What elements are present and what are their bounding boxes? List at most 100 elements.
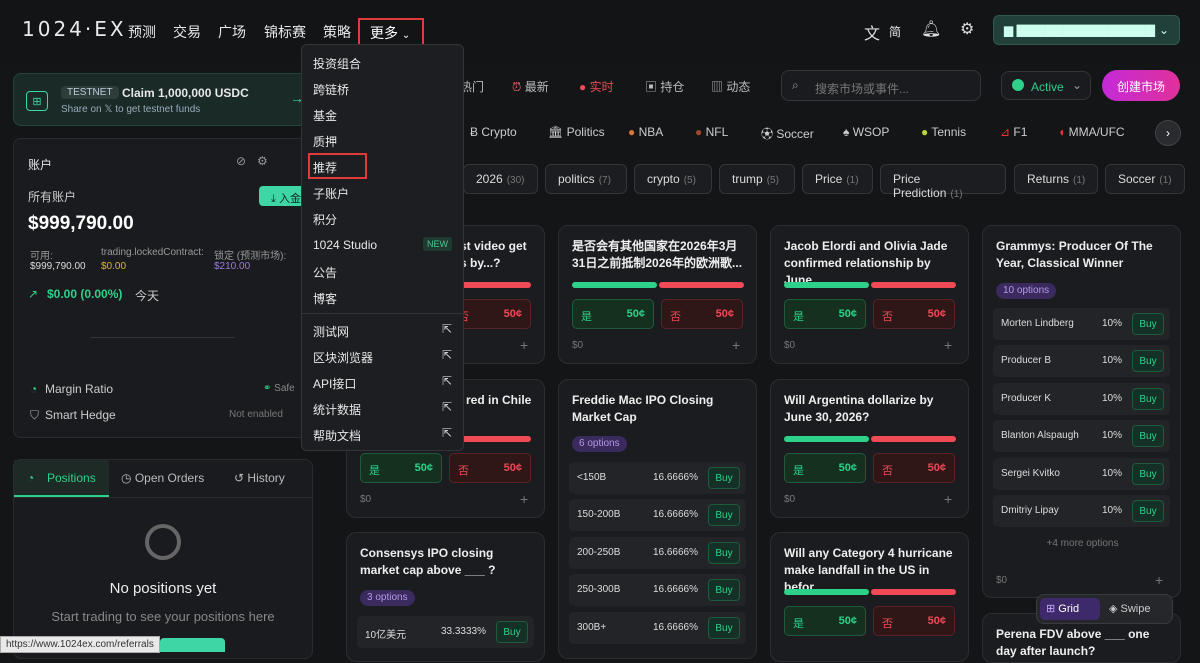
gear-icon[interactable]: ⚙ xyxy=(960,19,974,39)
logo[interactable]: 1024·EX xyxy=(22,17,127,41)
menu-link-api[interactable]: API接口 xyxy=(313,375,356,392)
menu-item-blog[interactable]: 博客 xyxy=(313,290,337,307)
category-soccer[interactable]: ⚽︎ Soccer xyxy=(761,125,814,142)
search-input[interactable]: ⌕ 搜索市场或事件... xyxy=(781,70,981,101)
market-card[interactable]: Freddie Mac IPO Closing Market Cap 6 opt… xyxy=(558,379,757,659)
tab-latest[interactable]: ⏰︎ 最新 xyxy=(512,78,549,95)
scroll-right-button[interactable]: › xyxy=(1155,120,1181,146)
tab-open-orders[interactable]: ◷ Open Orders xyxy=(121,471,204,485)
menu-item-announcement[interactable]: 公告 xyxy=(313,264,337,281)
tab-live[interactable]: ● 实时 xyxy=(579,78,614,95)
menu-link-explorer[interactable]: 区块浏览器 xyxy=(313,349,373,366)
tag-chip[interactable]: trump (5) xyxy=(719,164,795,194)
category-f1[interactable]: ⊿ F1 xyxy=(1000,125,1027,139)
empty-hint: Start trading to see your positions here xyxy=(51,609,275,624)
buy-button[interactable]: Buy xyxy=(708,504,740,526)
eye-off-icon[interactable]: ⊘ xyxy=(236,154,246,168)
category-politics[interactable]: 🏛︎ Politics xyxy=(548,125,605,139)
translate-icon[interactable]: 文 xyxy=(864,20,880,44)
bell-icon[interactable]: 🔔︎ xyxy=(921,19,941,39)
yes-price: 50¢ xyxy=(838,462,857,474)
buy-button[interactable]: Buy xyxy=(1132,313,1164,335)
buy-button[interactable]: Buy xyxy=(708,467,740,489)
status-label: Active xyxy=(1031,80,1064,94)
menu-item-studio[interactable]: 1024 Studio xyxy=(313,238,377,252)
yes-button[interactable]: 是 50¢ xyxy=(784,453,866,483)
buy-button[interactable]: Buy xyxy=(708,617,740,639)
nav-strategy[interactable]: 策略 xyxy=(323,22,351,42)
plus-icon[interactable]: + xyxy=(520,491,528,507)
no-button[interactable]: 否 50¢ xyxy=(661,299,743,329)
tag-chip[interactable]: politics (7) xyxy=(545,164,627,194)
tag-chip[interactable]: Price (1) xyxy=(802,164,873,194)
buy-button[interactable]: Buy xyxy=(1132,425,1164,447)
no-button[interactable]: 否 50¢ xyxy=(873,299,955,329)
menu-item-fund[interactable]: 基金 xyxy=(313,107,337,124)
create-market-button[interactable]: 创建市场 xyxy=(1102,70,1180,101)
gear-icon[interactable]: ⚙ xyxy=(257,154,268,168)
cta-button[interactable] xyxy=(160,638,225,652)
plus-icon[interactable]: + xyxy=(1155,572,1163,588)
nav-more-button[interactable]: 更多 ⌄ xyxy=(358,18,424,46)
no-button[interactable]: 否 50¢ xyxy=(449,453,531,483)
swipe-view-button[interactable]: ◈ Swipe xyxy=(1109,602,1151,615)
menu-link-stats[interactable]: 统计数据 xyxy=(313,401,361,418)
buy-button[interactable]: Buy xyxy=(1132,500,1164,522)
tag-chip[interactable]: Returns (1) xyxy=(1014,164,1098,194)
menu-item-points[interactable]: 积分 xyxy=(313,211,337,228)
wallet-address-button[interactable]: ▆ ▇▇▇▇▇▇▇▇▇▇▇▇▇▇▇ ⌄ xyxy=(993,15,1180,45)
tab-activity[interactable]: ▥ 动态 xyxy=(711,78,750,95)
menu-item-subaccount[interactable]: 子账户 xyxy=(313,185,349,202)
nav-square[interactable]: 广场 xyxy=(218,22,246,42)
grid-view-button[interactable]: ⊞ Grid xyxy=(1040,598,1100,620)
plus-icon[interactable]: + xyxy=(944,337,952,353)
buy-button[interactable]: Buy xyxy=(496,621,528,643)
menu-link-testnet[interactable]: 测试网 xyxy=(313,323,349,340)
market-card[interactable]: Consensys IPO closing market cap above _… xyxy=(346,532,545,662)
testnet-banner[interactable]: ⊞ TESTNET Claim 1,000,000 USDC Share on … xyxy=(13,73,313,126)
buy-button[interactable]: Buy xyxy=(1132,463,1164,485)
category-nba[interactable]: ● NBA xyxy=(628,125,663,139)
yes-button[interactable]: 是 50¢ xyxy=(360,453,442,483)
tag-chip-label: crypto xyxy=(647,172,680,186)
tab-positions[interactable]: ◔ Positions xyxy=(14,460,109,497)
tag-chip[interactable]: 2026 (30) xyxy=(463,164,538,194)
plus-icon[interactable]: + xyxy=(520,337,528,353)
plus-icon[interactable]: + xyxy=(732,337,740,353)
menu-link-docs[interactable]: 帮助文档 xyxy=(313,427,361,444)
tag-chip[interactable]: Soccer (1) xyxy=(1105,164,1185,194)
market-card[interactable]: Grammys: Producer Of The Year, Classical… xyxy=(982,225,1181,598)
category-mma[interactable]: ◖ MMA/UFC xyxy=(1058,125,1125,139)
no-button[interactable]: 否 50¢ xyxy=(873,606,955,636)
category-wsop[interactable]: ♠ WSOP xyxy=(843,125,889,139)
nav-trade[interactable]: 交易 xyxy=(173,22,201,42)
market-card[interactable]: Will Argentina dollarize by June 30, 202… xyxy=(770,379,969,518)
plus-icon[interactable]: + xyxy=(944,491,952,507)
more-options-link[interactable]: +4 more options xyxy=(983,538,1182,549)
market-card[interactable]: Will any Category 4 hurricane make landf… xyxy=(770,532,969,662)
tab-holdings[interactable]: ▣ 持仓 xyxy=(645,78,684,95)
buy-button[interactable]: Buy xyxy=(708,542,740,564)
status-filter-dropdown[interactable]: Active ⌄ xyxy=(1001,71,1091,100)
menu-item-staking[interactable]: 质押 xyxy=(313,133,337,150)
language-label[interactable]: 简 xyxy=(889,23,901,40)
buy-button[interactable]: Buy xyxy=(1132,350,1164,372)
menu-item-portfolio[interactable]: 投资组合 xyxy=(313,55,361,72)
market-card[interactable]: 是否会有其他国家在2026年3月31日之前抵制2026年的欧洲歌... 是 50¢… xyxy=(558,225,757,364)
buy-button[interactable]: Buy xyxy=(1132,388,1164,410)
category-crypto[interactable]: Ƀ Crypto xyxy=(470,125,517,139)
tag-chip[interactable]: Price Prediction (1) xyxy=(880,164,1006,200)
yes-button[interactable]: 是 50¢ xyxy=(572,299,654,329)
category-nfl[interactable]: ● NFL xyxy=(695,125,728,139)
yes-button[interactable]: 是 50¢ xyxy=(784,606,866,636)
buy-button[interactable]: Buy xyxy=(708,579,740,601)
no-button[interactable]: 否 50¢ xyxy=(873,453,955,483)
nav-predict[interactable]: 预测 xyxy=(128,22,156,42)
tag-chip[interactable]: crypto (5) xyxy=(634,164,712,194)
nav-tournament[interactable]: 锦标赛 xyxy=(264,22,306,42)
tab-history[interactable]: ↺ History xyxy=(234,471,285,485)
market-card[interactable]: Jacob Elordi and Olivia Jade confirmed r… xyxy=(770,225,969,364)
category-tennis[interactable]: ● Tennis xyxy=(921,125,966,139)
menu-item-bridge[interactable]: 跨链桥 xyxy=(313,81,349,98)
yes-button[interactable]: 是 50¢ xyxy=(784,299,866,329)
